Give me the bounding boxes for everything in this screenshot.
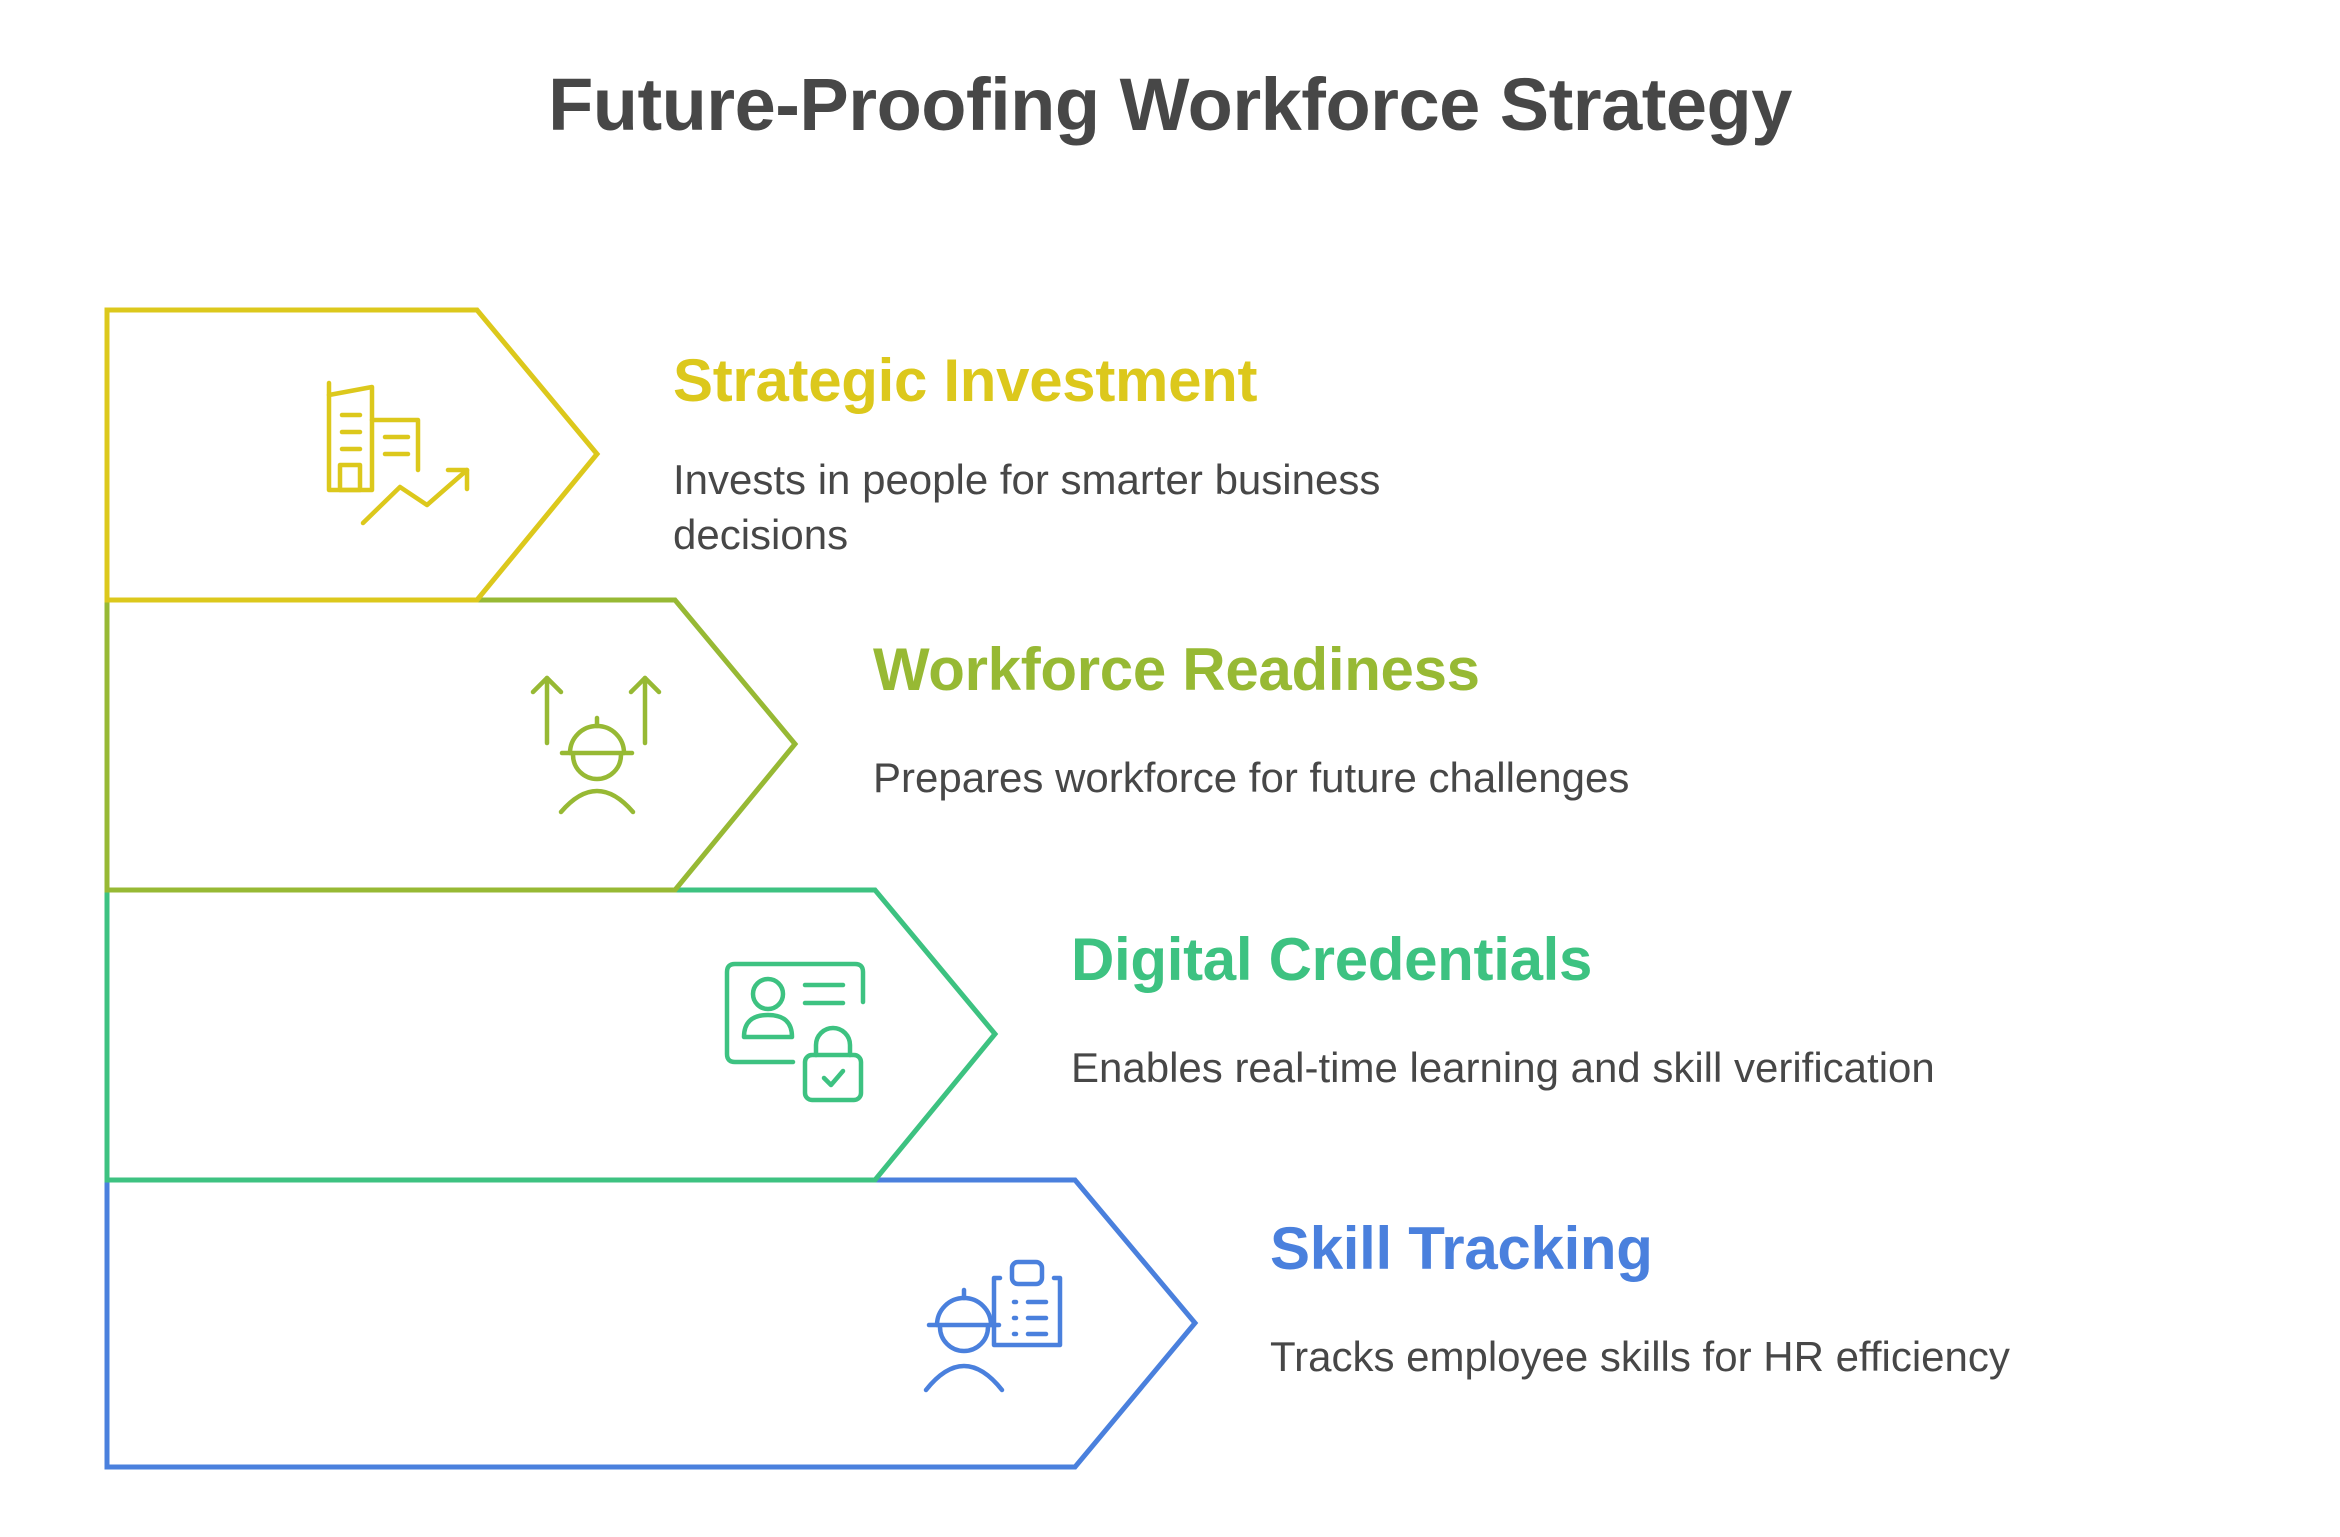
step-1-arrow-shape: [104, 307, 601, 603]
step-1-title: Strategic Investment: [673, 347, 1258, 414]
step-3-arrow-shape: [104, 887, 999, 1183]
step-2-description: Prepares workforce for future challenges: [873, 754, 1630, 801]
step-4-title: Skill Tracking: [1270, 1215, 1653, 1282]
step-4-description: Tracks employee skills for HR efficiency: [1270, 1333, 2010, 1380]
step-3-description: Enables real-time learning and skill ver…: [1071, 1044, 1935, 1091]
diagram-page: { "title": "Future-Proofing Workforce St…: [0, 0, 2340, 1537]
step-2-arrow-shape: [104, 597, 799, 893]
step-3-title: Digital Credentials: [1071, 926, 1593, 993]
step-2-title: Workforce Readiness: [873, 636, 1480, 703]
step-1-description: Invests in people for smarter business d…: [673, 456, 1381, 558]
step-4-arrow-shape: [104, 1177, 1199, 1470]
